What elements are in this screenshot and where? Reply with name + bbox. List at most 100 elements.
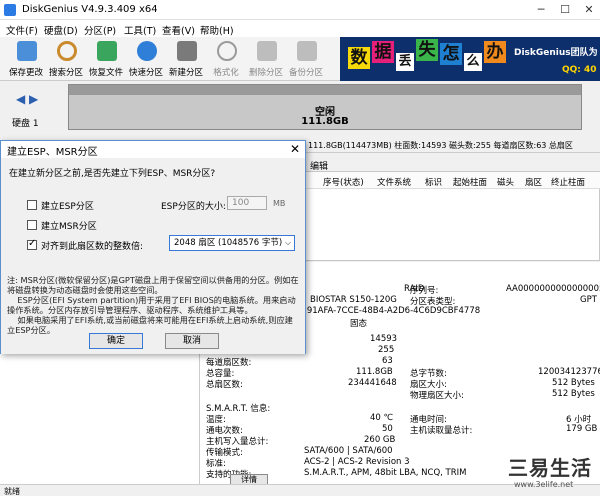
dialog-close-button[interactable]: ✕ [286,141,304,157]
host-reads-value: 179 GB [566,424,598,434]
banner-char: 丢 [396,53,414,71]
heads-value: 255 [378,345,395,355]
column-header[interactable]: 扇区 [525,176,542,188]
partition-bar[interactable]: 空闲 111.8GB [68,84,582,130]
recover-files-button[interactable]: 恢复文件 [86,39,126,79]
delete-partition-button[interactable]: 删除分区 [246,39,286,79]
total-sectors-label: 总扇区数: [206,380,243,390]
partition-bar-header [69,85,581,95]
sectors-value: 63 [382,356,393,366]
esp-checkbox[interactable] [27,200,37,210]
toolbar-label: 备份分区 [288,68,323,78]
column-header[interactable]: 终止柱面 [551,176,585,188]
partition-size: 111.8GB [301,116,349,127]
partition-table[interactable]: 序号(状态) 文件系统 标识 起始柱面 磁头 扇区 终止柱面 [304,171,600,261]
msr-checkbox-label: 建立MSR分区 [41,222,97,232]
menu-file[interactable]: 文件(F) [6,23,38,37]
backup-icon [297,41,317,61]
cancel-button[interactable]: 取消 [165,333,219,349]
quick-partition-icon [137,41,157,61]
banner-char: 失 [416,39,438,61]
new-partition-button[interactable]: 新建分区 [166,39,206,79]
serial-value: AA000000000000000581 [506,284,600,294]
banner-char: 办 [484,41,506,63]
sector-size-value: 512 Bytes [552,378,595,388]
save-icon [17,41,37,61]
host-reads-label: 主机读取量总计: [410,426,473,436]
app-icon [4,4,16,16]
banner-char: 么 [464,53,482,71]
banner-qq: QQ: 40 [562,65,597,75]
menu-bar: 文件(F) 硬盘(D) 分区(P) 工具(T) 查看(V) 帮助(H) [0,20,600,37]
column-header[interactable]: 磁头 [497,176,514,188]
format-icon [217,41,237,61]
align-checkbox-label: 对齐到此扇区数的整数倍: [41,242,144,252]
menu-view[interactable]: 查看(V) [162,23,195,37]
disk-label: 硬盘 1 [12,119,39,129]
esp-checkbox-label: 建立ESP分区 [41,202,94,212]
transfer-value: SATA/600 | SATA/600 [304,446,393,456]
align-checkbox[interactable] [27,238,37,250]
phys-sector-value: 512 Bytes [552,389,595,399]
format-button[interactable]: 格式化 [206,39,246,79]
capacity-value: 111.8GB [356,367,393,377]
features-value: S.M.A.R.T., APM, 48bit LBA, NCQ, TRIM [304,468,467,478]
promo-banner[interactable]: 数 据 丢 失 怎 么 办 DiskGenius团队为 QQ: 40 [340,37,600,81]
menu-tools[interactable]: 工具(T) [124,23,156,37]
chevron-down-icon: ⌵ [285,238,292,247]
table-header: 序号(状态) 文件系统 标识 起始柱面 磁头 扇区 终止柱面 [305,172,600,189]
esp-msr-dialog: 建立ESP、MSR分区 ✕ 在建立新分区之前,是否先建立下列ESP、MSR分区?… [0,140,306,354]
phys-sector-label: 物理扇区大小: [410,391,464,401]
status-text: 就绪 [4,487,20,496]
msr-checkbox[interactable] [27,220,37,230]
banner-brand: DiskGenius团队为 [514,48,598,58]
title-bar: DiskGenius V4.9.3.409 x64 ─ ☐ ✕ [0,0,600,20]
search-partition-button[interactable]: 搜索分区 [46,39,86,79]
maximize-button[interactable]: ☐ [554,0,576,20]
total-bytes-value: 120034123776 [538,367,600,377]
delete-icon [257,41,277,61]
watermark: 三易生活 www.3elife.net [508,452,598,490]
column-header[interactable]: 标识 [425,176,442,188]
menu-partition[interactable]: 分区(P) [84,23,116,37]
menu-help[interactable]: 帮助(H) [200,23,234,37]
power-count-value: 50 [382,424,393,434]
dialog-note: 注: MSR分区(微软保留分区)是GPT磁盘上用于保留空间以供备用的分区。例如在… [7,275,299,335]
dialog-title: 建立ESP、MSR分区 [7,147,98,158]
host-writes-value: 260 GB [364,435,396,445]
dialog-question: 在建立新分区之前,是否先建立下列ESP、MSR分区? [9,169,216,179]
disk-nav-arrows[interactable]: ◀ ▶ [16,92,38,106]
close-button[interactable]: ✕ [578,0,600,20]
banner-char: 怎 [440,43,462,65]
esp-size-label: ESP分区的大小: [161,202,226,212]
standard-value: ACS-2 | ACS-2 Revision 3 [304,457,410,467]
new-partition-icon [177,41,197,61]
column-header[interactable]: 起始柱面 [453,176,487,188]
watermark-title: 三易生活 [508,456,592,480]
minimize-button[interactable]: ─ [530,0,552,20]
recover-icon [97,41,117,61]
total-sectors-value: 234441648 [348,378,397,388]
cylinders-value: 14593 [370,334,398,344]
partition-type-value: GPT [580,295,597,305]
quick-partition-button[interactable]: 快速分区 [126,39,166,79]
esp-size-unit: MB [273,199,286,208]
align-select[interactable]: 2048 扇区 (1048576 字节) [169,235,295,251]
esp-size-input[interactable]: 100 [227,196,267,210]
search-icon [57,41,77,61]
ok-button[interactable]: 确定 [89,333,143,349]
detail-fixed: 固态 [350,319,368,329]
dialog-body: 在建立新分区之前,是否先建立下列ESP、MSR分区? 建立ESP分区 ESP分区… [1,158,305,354]
save-changes-button[interactable]: 保存更改 [6,39,46,79]
partition-type-label: 分区表类型: [410,297,456,307]
watermark-url: www.3elife.net [514,480,574,489]
banner-char: 数 [348,47,370,69]
menu-disk[interactable]: 硬盘(D) [44,23,78,37]
detail-guid: 4191AFA-7CCE-48B4-A2D6-4C6D9CBF4778 [296,306,481,316]
column-header[interactable]: 序号(状态) [323,176,364,188]
backup-partition-button[interactable]: 备份分区 [286,39,326,79]
column-header[interactable]: 文件系统 [377,176,411,188]
window-title: DiskGenius V4.9.3.409 x64 [22,4,158,15]
align-select-value: 2048 扇区 (1048576 字节) [174,238,283,248]
banner-char: 据 [372,41,394,63]
